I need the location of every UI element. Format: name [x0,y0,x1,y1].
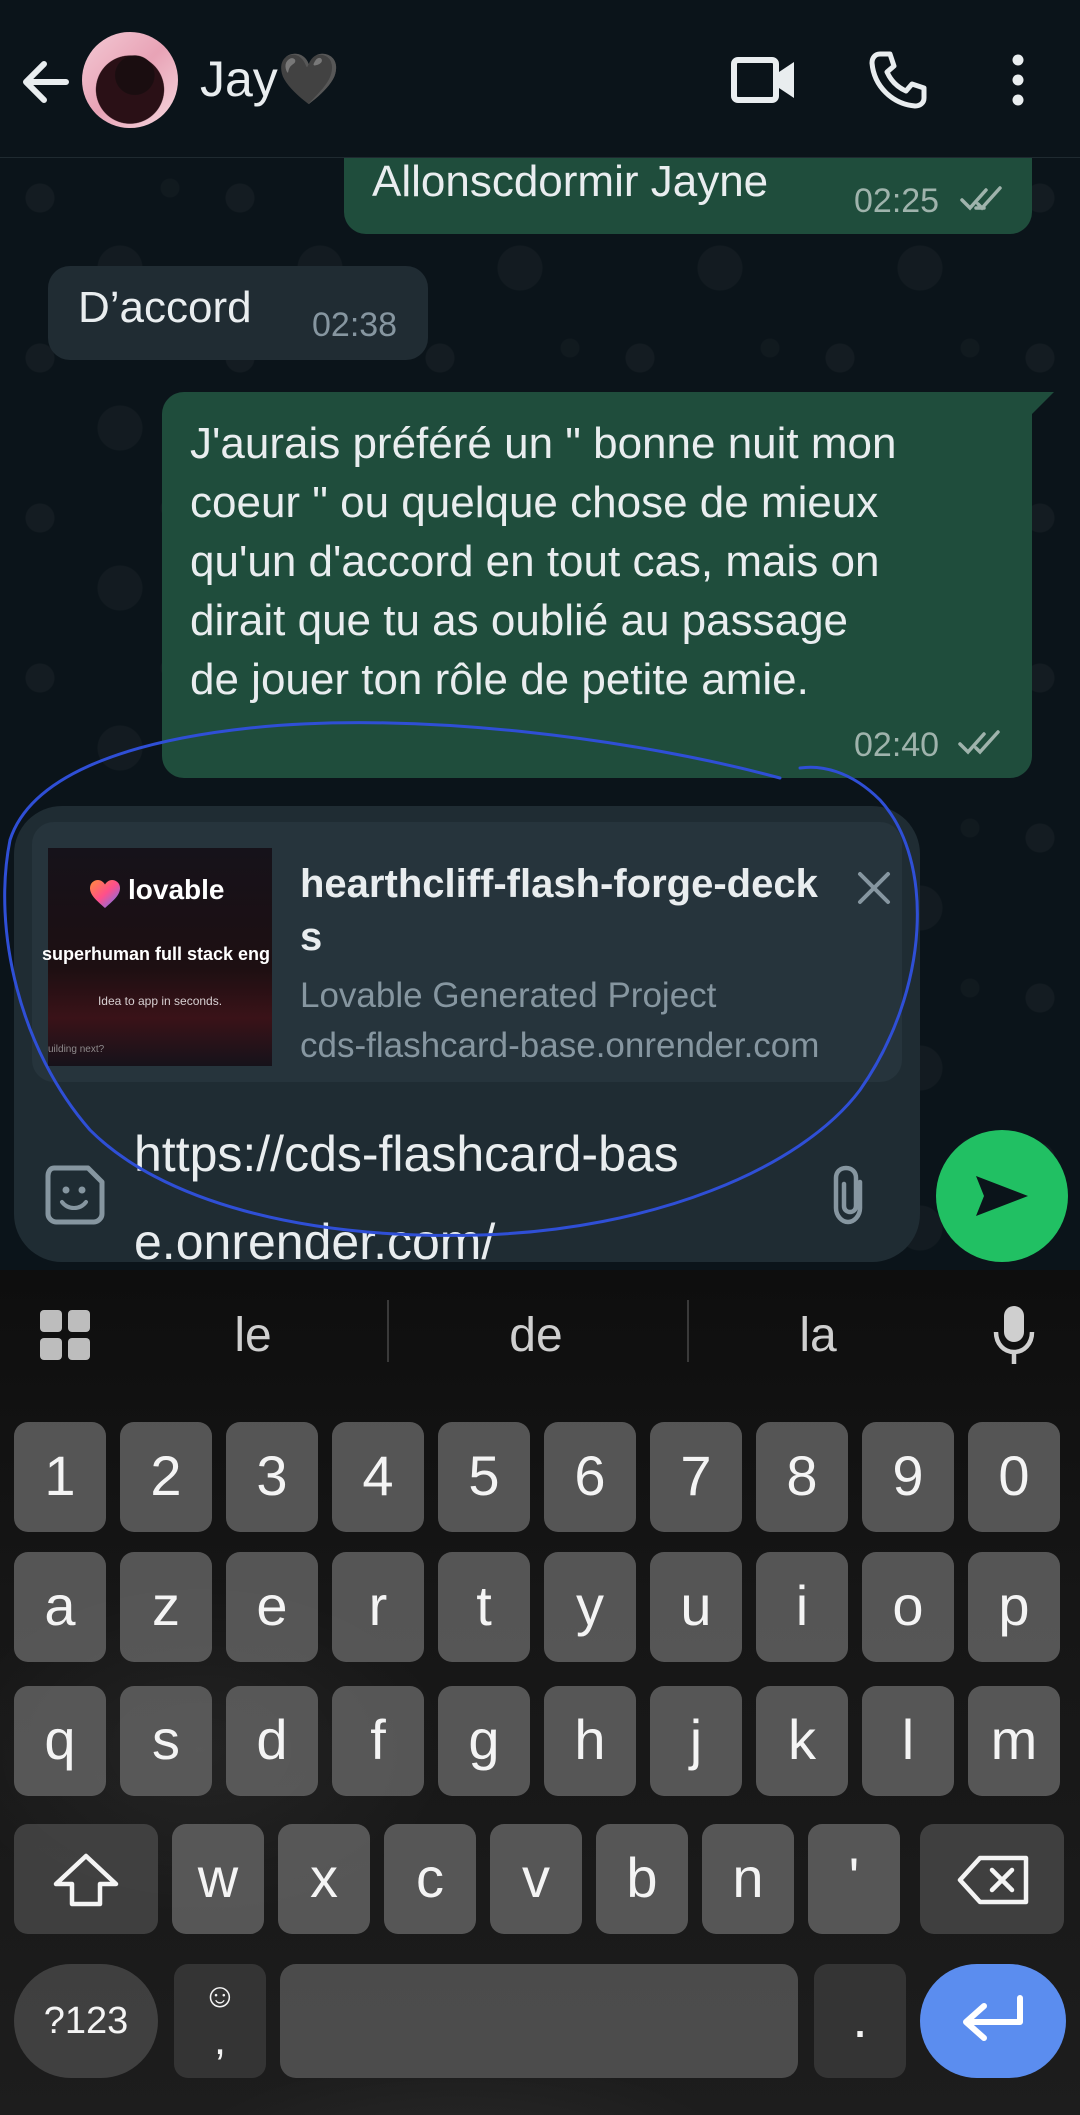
key-p[interactable]: p [968,1552,1060,1662]
key-l[interactable]: l [862,1686,954,1796]
back-arrow-icon[interactable] [16,52,76,112]
key-6[interactable]: 6 [544,1422,636,1532]
key-5[interactable]: 5 [438,1422,530,1532]
apps-grid-icon[interactable] [38,1308,92,1362]
shift-icon [53,1853,119,1907]
on-screen-keyboard: le de la 1 2 3 4 5 6 7 8 9 0 a z e r t y… [0,1270,1080,2115]
suggestion-word[interactable]: le [153,1308,353,1363]
video-call-icon[interactable] [730,48,800,112]
key-y[interactable]: y [544,1552,636,1662]
message-text: J'aurais préféré un " bonne nuit mon coe… [190,419,897,704]
key-7[interactable]: 7 [650,1422,742,1532]
send-icon [976,1176,1028,1216]
microphone-icon[interactable] [990,1304,1038,1366]
key-d[interactable]: d [226,1686,318,1796]
key-b[interactable]: b [596,1824,688,1934]
period-key[interactable]: . [814,1964,906,2078]
divider [387,1300,389,1362]
suggestion-strip: le de la [0,1270,1080,1396]
key-9[interactable]: 9 [862,1422,954,1532]
divider [687,1300,689,1362]
space-bar[interactable] [280,1964,798,2078]
key-s[interactable]: s [120,1686,212,1796]
hand-drawn-circle-annotation [3,721,919,1237]
read-ticks-icon [958,730,1000,755]
chat-header: Jay🖤 [0,0,1080,158]
send-button[interactable] [936,1130,1068,1262]
key-q[interactable]: q [14,1686,106,1796]
message-bubble-outgoing[interactable]: Allonscdormir Jayne 02:25 [344,158,1032,234]
key-0[interactable]: 0 [968,1422,1060,1532]
key-z[interactable]: z [120,1552,212,1662]
enter-icon [963,1995,1023,2041]
key-2[interactable]: 2 [120,1422,212,1532]
key-t[interactable]: t [438,1552,530,1662]
key-a[interactable]: a [14,1552,106,1662]
key-k[interactable]: k [756,1686,848,1796]
key-h[interactable]: h [544,1686,636,1796]
message-bubble-incoming[interactable]: D’accord 02:38 [48,266,428,360]
key-i[interactable]: i [756,1552,848,1662]
key-x[interactable]: x [278,1824,370,1934]
key-f[interactable]: f [332,1686,424,1796]
emoji-comma-key[interactable]: ☺ , [174,1964,266,2078]
bubble-tail [1032,392,1054,414]
message-time: 02:25 [854,182,940,220]
suggestion-word[interactable]: la [718,1308,918,1363]
suggestion-word[interactable]: de [436,1308,636,1363]
key-3[interactable]: 3 [226,1422,318,1532]
key-4[interactable]: 4 [332,1422,424,1532]
key-w[interactable]: w [172,1824,264,1934]
backspace-icon [957,1855,1029,1905]
comma-label: , [213,2015,227,2064]
key-m[interactable]: m [968,1686,1060,1796]
shift-key[interactable] [14,1824,158,1934]
key-1[interactable]: 1 [14,1422,106,1532]
key-u[interactable]: u [650,1552,742,1662]
message-text: D’accord [78,283,252,332]
read-ticks-icon [960,186,1002,211]
key-j[interactable]: j [650,1686,742,1796]
key-v[interactable]: v [490,1824,582,1934]
backspace-key[interactable] [920,1824,1064,1934]
symbols-key[interactable]: ?123 [14,1964,158,2078]
message-text: Allonscdormir Jayne [372,158,769,206]
key-c[interactable]: c [384,1824,476,1934]
key-apostrophe[interactable]: ' [808,1824,900,1934]
key-g[interactable]: g [438,1686,530,1796]
more-vert-icon[interactable] [1000,50,1036,110]
voice-call-icon[interactable] [866,48,930,112]
key-e[interactable]: e [226,1552,318,1662]
message-time: 02:38 [312,306,398,344]
key-n[interactable]: n [702,1824,794,1934]
avatar[interactable] [82,32,178,128]
key-8[interactable]: 8 [756,1422,848,1532]
contact-name[interactable]: Jay🖤 [200,50,340,109]
key-r[interactable]: r [332,1552,424,1662]
enter-key[interactable] [920,1964,1066,2078]
key-o[interactable]: o [862,1552,954,1662]
